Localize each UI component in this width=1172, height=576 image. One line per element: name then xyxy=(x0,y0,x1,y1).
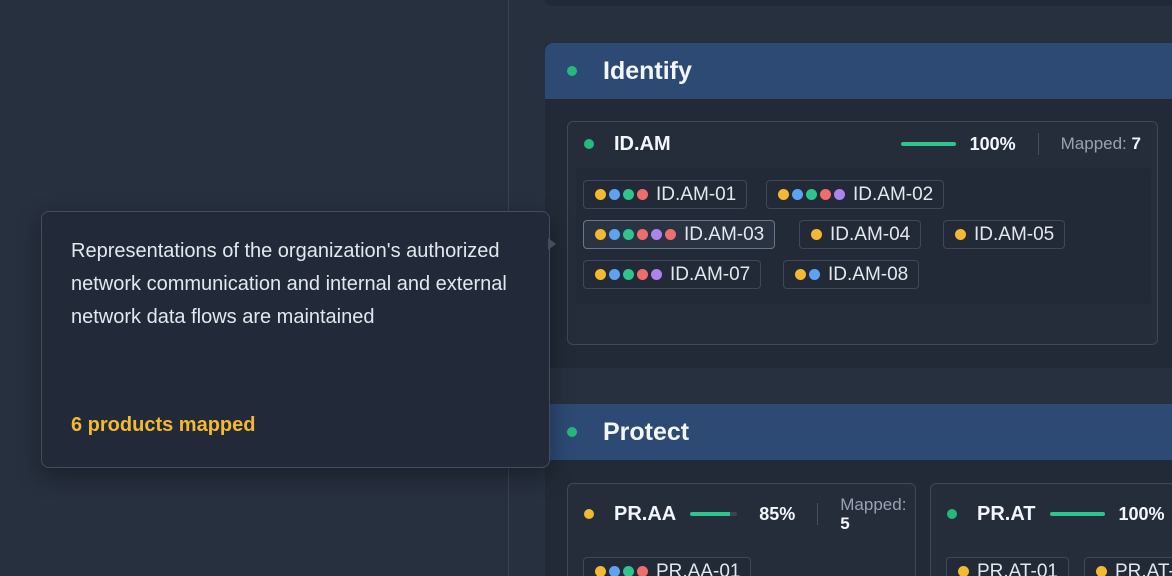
chip-label: ID.AM-01 xyxy=(656,183,737,205)
chip-label: PR.AT- xyxy=(1115,560,1172,576)
card-header[interactable]: ID.AM 100% Mapped: 7 xyxy=(568,122,1157,166)
category-code: ID.AM xyxy=(614,132,671,155)
subcategory-chip[interactable]: PR.AA-01 xyxy=(583,557,752,576)
product-dot-icon xyxy=(609,269,620,280)
product-dot-icon xyxy=(637,269,648,280)
subcategory-chip[interactable]: ID.AM-01 xyxy=(583,180,748,209)
section-title: Protect xyxy=(603,417,690,446)
product-dot-icon xyxy=(623,566,634,576)
chip-label: ID.AM-07 xyxy=(670,263,751,285)
product-dot-icon xyxy=(778,189,789,200)
subcategory-chip[interactable]: ID.AM-03 xyxy=(583,220,776,249)
product-dot-icon xyxy=(637,189,648,200)
product-dot-icon xyxy=(955,229,966,240)
section-title: Identify xyxy=(603,56,692,85)
subcategory-chip[interactable]: ID.AM-07 xyxy=(583,260,762,289)
progress-percent: 85% xyxy=(759,503,796,524)
product-dot-icon xyxy=(665,229,676,240)
subcategory-chip[interactable]: ID.AM-05 xyxy=(943,220,1066,249)
tooltip-description: Representations of the organization's au… xyxy=(71,240,507,328)
subcategory-chip[interactable]: PR.AT- xyxy=(1084,557,1172,576)
product-dot-icon xyxy=(811,229,822,240)
previous-section-edge xyxy=(545,0,1172,6)
progress-percent: 100% xyxy=(969,133,1016,154)
status-dot-icon xyxy=(567,66,577,76)
chip-label: ID.AM-04 xyxy=(830,223,911,245)
product-dot-icon xyxy=(834,189,845,200)
product-dot-icon xyxy=(792,189,803,200)
protect-section-header[interactable]: Protect xyxy=(545,404,1172,460)
identify-section-header[interactable]: Identify xyxy=(545,43,1172,99)
card-header[interactable]: PR.AT 100% xyxy=(931,484,1172,544)
product-dot-icon xyxy=(651,229,662,240)
progress-bar xyxy=(900,142,956,146)
product-dot-icon xyxy=(958,566,969,576)
product-dot-icon xyxy=(637,229,648,240)
product-dot-icon xyxy=(623,189,634,200)
product-dot-icon xyxy=(806,189,817,200)
mapped-count: Mapped: 5 xyxy=(840,495,906,533)
product-dot-icon xyxy=(595,269,606,280)
progress-percent: 100% xyxy=(1118,503,1165,524)
product-dot-icon xyxy=(820,189,831,200)
product-dot-icon xyxy=(595,566,606,576)
separator xyxy=(1037,133,1039,155)
mapped-label: Mapped: xyxy=(1060,134,1127,153)
progress-bar xyxy=(690,512,738,516)
status-dot-icon xyxy=(567,427,577,437)
status-dot-icon xyxy=(584,509,594,519)
product-dot-icon xyxy=(609,566,620,576)
product-dot-icon xyxy=(595,229,606,240)
mapped-count: Mapped: 7 xyxy=(1061,134,1141,154)
category-code: PR.AT xyxy=(977,502,1036,525)
chip-label: ID.AM-02 xyxy=(853,183,934,205)
subcategory-chip[interactable]: ID.AM-02 xyxy=(766,180,945,209)
tooltip-arrow xyxy=(548,238,556,250)
chip-label: PR.AT-01 xyxy=(977,560,1058,576)
progress-bar xyxy=(1049,512,1105,516)
product-dot-icon xyxy=(609,229,620,240)
product-dot-icon xyxy=(595,189,606,200)
category-code: PR.AA xyxy=(614,502,677,525)
subcategory-chip[interactable]: PR.AT-01 xyxy=(946,557,1069,576)
mapped-value: 7 xyxy=(1131,134,1141,153)
card-header[interactable]: PR.AA 85% Mapped: 5 xyxy=(568,484,915,544)
separator xyxy=(817,503,819,525)
chip-label: PR.AA-01 xyxy=(656,560,741,576)
subcategory-chip[interactable]: ID.AM-04 xyxy=(799,220,922,249)
status-dot-icon xyxy=(947,509,957,519)
product-dot-icon xyxy=(809,269,820,280)
product-dot-icon xyxy=(651,269,662,280)
status-dot-icon xyxy=(584,139,594,149)
mapped-value: 5 xyxy=(840,514,850,533)
chip-label: ID.AM-08 xyxy=(828,263,909,285)
product-dot-icon xyxy=(623,269,634,280)
mapped-label: Mapped: xyxy=(840,495,907,514)
product-dot-icon xyxy=(795,269,806,280)
subcategory-chip[interactable]: ID.AM-08 xyxy=(783,260,920,289)
chip-label: ID.AM-03 xyxy=(684,223,765,245)
product-dot-icon xyxy=(1096,566,1107,576)
product-dot-icon xyxy=(609,189,620,200)
product-dot-icon xyxy=(637,566,648,576)
subcategory-tooltip: Representations of the organization's au… xyxy=(41,211,550,468)
tooltip-product-count: 6 products mapped xyxy=(71,414,256,436)
chip-label: ID.AM-05 xyxy=(974,223,1055,245)
product-dot-icon xyxy=(623,229,634,240)
